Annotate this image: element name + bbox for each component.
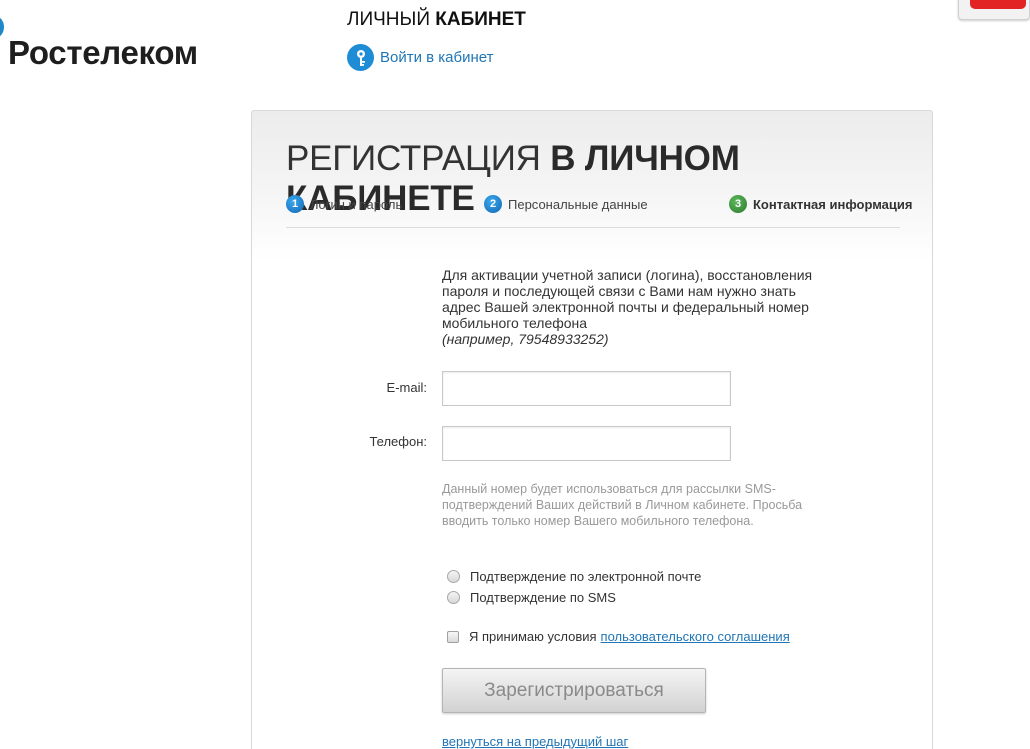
registration-title-light: РЕГИСТРАЦИЯ bbox=[286, 139, 541, 178]
phone-label: Телефон: bbox=[369, 434, 427, 449]
back-to-previous-step-link[interactable]: вернуться на предыдущий шаг bbox=[442, 734, 628, 749]
step-label: Логин и пароль bbox=[310, 196, 403, 212]
step-number-2-icon: 2 bbox=[484, 195, 502, 213]
youtube-icon bbox=[970, 0, 1026, 9]
email-field[interactable] bbox=[442, 371, 731, 406]
intro-text: Для активации учетной записи (логина), в… bbox=[442, 267, 822, 347]
step-label: Персональные данные bbox=[508, 196, 648, 212]
login-link[interactable]: Войти в кабинет bbox=[347, 44, 493, 71]
step-login-password: 1 Логин и пароль bbox=[286, 195, 402, 213]
agreement-row: Я принимаю условия пользовательского сог… bbox=[447, 629, 790, 644]
agreement-text: Я принимаю условия bbox=[469, 629, 597, 644]
phone-hint: Данный номер будет использоваться для ра… bbox=[442, 482, 803, 528]
confirm-email-radio[interactable] bbox=[447, 570, 460, 583]
agreement-checkbox[interactable] bbox=[447, 630, 459, 643]
cabinet-title: ЛИЧНЫЙ КАБИНЕТ bbox=[347, 9, 526, 31]
user-agreement-link[interactable]: пользовательского соглашения bbox=[601, 629, 790, 644]
step-number-1-icon: 1 bbox=[286, 195, 304, 213]
logo-circle-icon bbox=[0, 16, 4, 38]
step-number-3-icon: 3 bbox=[729, 195, 747, 213]
key-icon bbox=[347, 44, 374, 71]
confirm-sms-label[interactable]: Подтверждение по SMS bbox=[470, 590, 616, 605]
confirm-email-option[interactable]: Подтверждение по электронной почте bbox=[447, 569, 701, 584]
confirm-sms-option[interactable]: Подтверждение по SMS bbox=[447, 590, 616, 605]
registration-panel: РЕГИСТРАЦИЯ В ЛИЧНОМ КАБИНЕТЕ 1 Логин и … bbox=[251, 110, 933, 749]
cabinet-title-light: ЛИЧНЫЙ bbox=[347, 9, 430, 30]
register-button[interactable]: Зарегистрироваться bbox=[442, 668, 706, 713]
intro-paragraph: Для активации учетной записи (логина), в… bbox=[442, 267, 813, 331]
phone-field[interactable] bbox=[442, 426, 731, 461]
intro-example: (например, 79548933252) bbox=[442, 331, 609, 347]
youtube-button[interactable] bbox=[958, 0, 1030, 20]
login-link-label[interactable]: Войти в кабинет bbox=[380, 49, 493, 66]
rostelecom-logo[interactable]: Ростелеком bbox=[8, 34, 198, 72]
email-label: E-mail: bbox=[386, 380, 427, 395]
steps-divider bbox=[286, 227, 900, 228]
confirm-sms-radio[interactable] bbox=[447, 591, 460, 604]
step-label: Контактная информация bbox=[753, 196, 913, 212]
step-contact-info: 3 Контактная информация bbox=[729, 195, 912, 213]
confirm-email-label[interactable]: Подтверждение по электронной почте bbox=[470, 569, 701, 584]
step-personal-data: 2 Персональные данные bbox=[484, 195, 648, 213]
cabinet-title-bold: КАБИНЕТ bbox=[435, 9, 526, 30]
